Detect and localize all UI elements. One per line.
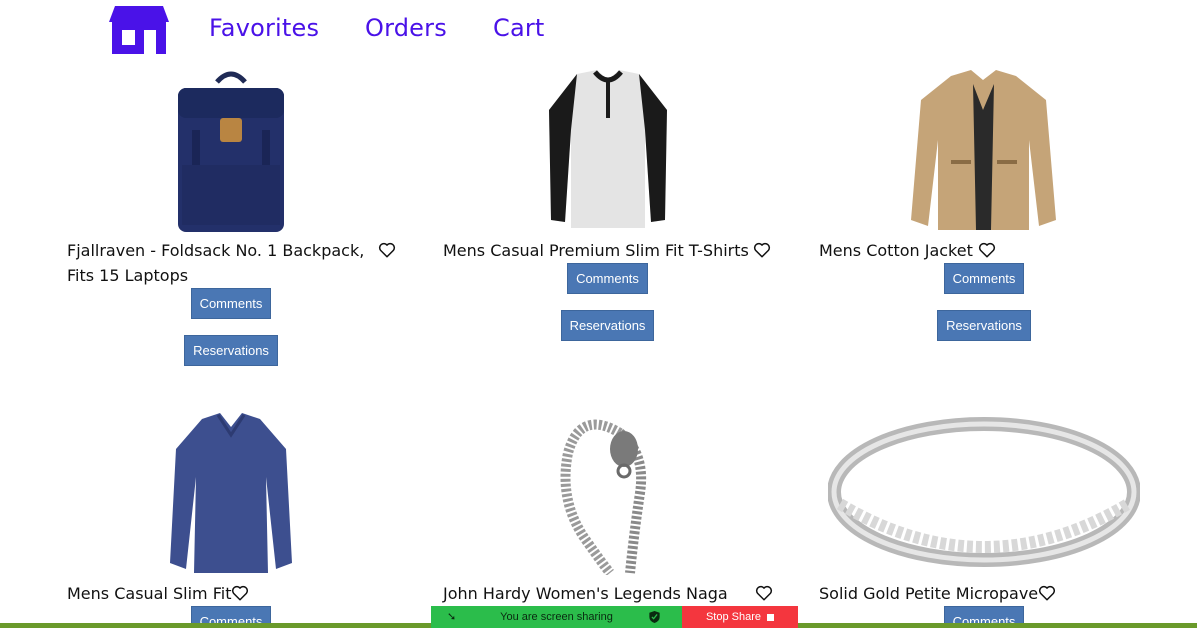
reservations-button[interactable]: Reservations — [561, 310, 654, 341]
product-title: Fjallraven - Foldsack No. 1 Backpack, — [67, 241, 365, 260]
store-icon[interactable] — [109, 6, 169, 54]
nav-link-favorites[interactable]: Favorites — [209, 14, 319, 42]
heart-icon[interactable] — [1038, 584, 1056, 602]
reservations-button[interactable]: Reservations — [184, 335, 278, 366]
screen-share-message: You are screen sharing — [500, 611, 613, 623]
product-title: Mens Casual Premium Slim Fit T-Shirts — [443, 241, 749, 260]
heart-icon[interactable] — [378, 241, 396, 259]
jacket-image — [911, 70, 1056, 230]
comments-button[interactable]: Comments — [944, 263, 1024, 294]
stop-share-button[interactable]: Stop Share — [682, 606, 798, 628]
heart-icon[interactable] — [755, 584, 773, 602]
nav-link-cart[interactable]: Cart — [493, 14, 545, 42]
stop-icon — [767, 613, 775, 621]
product-title: Mens Casual Slim Fit — [67, 584, 232, 603]
product-title-line2: Fits 15 Laptops — [67, 266, 189, 285]
longsleeve-image — [170, 413, 292, 573]
bracelet-image — [560, 419, 647, 575]
comments-button[interactable]: Comments — [567, 263, 648, 294]
comments-button[interactable]: Comments — [191, 288, 271, 319]
tshirt-image — [549, 70, 667, 228]
backpack-image — [178, 71, 284, 232]
heart-icon[interactable] — [231, 584, 249, 602]
product-title: Mens Cotton Jacket — [819, 241, 973, 260]
shield-icon — [649, 611, 660, 623]
screen-share-bar: ➘ You are screen sharing Stop Share — [431, 606, 798, 628]
heart-icon[interactable] — [753, 241, 771, 259]
stop-share-label: Stop Share — [705, 611, 762, 623]
screen-share-status: ➘ You are screen sharing — [431, 606, 682, 628]
product-title: John Hardy Women's Legends Naga — [443, 584, 728, 603]
product-title: Solid Gold Petite Micropave — [819, 584, 1039, 603]
ring-image — [828, 417, 1140, 567]
drag-handle-icon[interactable]: ➘ — [447, 610, 456, 623]
nav-link-orders[interactable]: Orders — [365, 14, 447, 42]
heart-icon[interactable] — [978, 241, 996, 259]
top-nav: Favorites Orders Cart — [0, 0, 1197, 62]
reservations-button[interactable]: Reservations — [937, 310, 1031, 341]
